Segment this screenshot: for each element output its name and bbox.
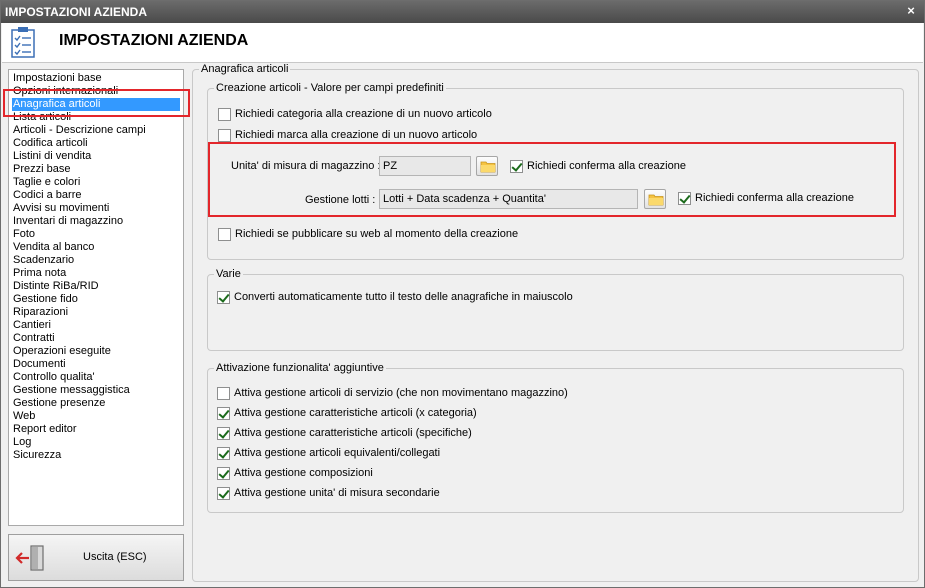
checkbox-box[interactable] — [217, 427, 230, 440]
checkbox-box[interactable] — [218, 228, 231, 241]
lotti-field[interactable]: Lotti + Data scadenza + Quantita' — [379, 189, 638, 209]
exit-door-icon — [15, 545, 44, 571]
sidebar-item[interactable]: Codifica articoli — [12, 137, 88, 150]
title-bar: IMPOSTAZIONI AZIENDA × — [1, 1, 924, 23]
settings-category-list[interactable]: Impostazioni base Opzioni internazionali… — [8, 69, 184, 526]
sidebar-item[interactable]: Sicurezza — [12, 449, 61, 462]
sidebar-item[interactable]: Lista articoli — [12, 111, 71, 124]
sidebar-item[interactable]: Controllo qualita' — [12, 371, 95, 384]
sidebar-item[interactable]: Opzioni internazionali — [12, 85, 118, 98]
lotti-browse-button[interactable] — [644, 189, 666, 209]
sidebar-item[interactable]: Riparazioni — [12, 306, 68, 319]
close-icon[interactable]: × — [904, 3, 918, 19]
sidebar-item[interactable]: Impostazioni base — [12, 72, 102, 85]
checkbox-label: Richiedi marca alla creazione di un nuov… — [235, 129, 478, 141]
sidebar-item[interactable]: Listini di vendita — [12, 150, 91, 163]
page-header: IMPOSTAZIONI AZIENDA — [2, 23, 923, 63]
sidebar-item[interactable]: Prima nota — [12, 267, 66, 280]
window-title: IMPOSTAZIONI AZIENDA — [5, 5, 147, 19]
um-label: Unita' di misura di magazzino : — [231, 160, 381, 172]
sidebar-item-selected[interactable]: Anagrafica articoli — [12, 98, 180, 111]
exit-button-label: Uscita (ESC) — [83, 551, 147, 563]
sidebar-item[interactable]: Documenti — [12, 358, 66, 371]
checkbox-box[interactable] — [678, 192, 691, 205]
sidebar-item[interactable]: Gestione messaggistica — [12, 384, 130, 397]
sidebar-item[interactable]: Web — [12, 410, 35, 423]
sidebar-item[interactable]: Gestione fido — [12, 293, 78, 306]
checkbox-box[interactable] — [218, 129, 231, 142]
settings-window: IMPOSTAZIONI AZIENDA × IMPOSTAZIONI AZIE… — [0, 0, 925, 588]
group-varie: Varie — [207, 268, 904, 351]
sidebar-item[interactable]: Taglie e colori — [12, 176, 80, 189]
sidebar-item[interactable]: Articoli - Descrizione campi — [12, 124, 146, 137]
um-field[interactable]: PZ — [379, 156, 471, 176]
checkbox-label: Attiva gestione articoli di servizio (ch… — [234, 387, 568, 399]
sidebar-item[interactable]: Prezzi base — [12, 163, 70, 176]
checkbox-label: Richiedi se pubblicare su web al momento… — [235, 228, 519, 240]
sidebar-item[interactable]: Log — [12, 436, 31, 449]
um-browse-button[interactable] — [476, 156, 498, 176]
sidebar-item[interactable]: Inventari di magazzino — [12, 215, 123, 228]
checkbox-label: Attiva gestione caratteristiche articoli… — [234, 407, 477, 419]
sidebar-item[interactable]: Distinte RiBa/RID — [12, 280, 99, 293]
folder-icon — [480, 161, 496, 173]
checkbox-box[interactable] — [217, 447, 230, 460]
lotti-label: Gestione lotti : — [305, 194, 376, 206]
sidebar-item[interactable]: Codici a barre — [12, 189, 81, 202]
checkbox-label: Richiedi conferma alla creazione — [695, 192, 854, 204]
checkbox-box[interactable] — [510, 160, 523, 173]
group-title: Varie — [214, 268, 243, 281]
checkbox-box[interactable] — [217, 291, 230, 304]
sidebar-item[interactable]: Avvisi su movimenti — [12, 202, 109, 215]
checkbox-label: Richiedi conferma alla creazione — [527, 160, 686, 172]
group-title: Creazione articoli - Valore per campi pr… — [214, 82, 446, 95]
checkbox-label: Attiva gestione caratteristiche articoli… — [234, 427, 472, 439]
sidebar-item[interactable]: Operazioni eseguite — [12, 345, 111, 358]
sidebar-item[interactable]: Gestione presenze — [12, 397, 105, 410]
sidebar-item[interactable]: Scadenzario — [12, 254, 74, 267]
checkbox-box[interactable] — [217, 407, 230, 420]
sidebar-item[interactable]: Cantieri — [12, 319, 51, 332]
group-title: Anagrafica articoli — [199, 63, 291, 76]
checklist-icon — [11, 27, 35, 58]
page-title: IMPOSTAZIONI AZIENDA — [59, 32, 249, 49]
checkbox-label: Richiedi categoria alla creazione di un … — [235, 108, 492, 120]
checkbox-label: Attiva gestione articoli equivalenti/col… — [234, 447, 441, 459]
sidebar-item[interactable]: Report editor — [12, 423, 77, 436]
checkbox-box[interactable] — [217, 467, 230, 480]
sidebar-item[interactable]: Contratti — [12, 332, 55, 345]
checkbox-label: Converti automaticamente tutto il testo … — [234, 291, 573, 303]
checkbox-label: Attiva gestione composizioni — [234, 467, 373, 479]
sidebar-item[interactable]: Foto — [12, 228, 35, 241]
group-title: Attivazione funzionalita' aggiuntive — [214, 362, 386, 375]
folder-icon — [648, 194, 664, 206]
exit-button[interactable]: Uscita (ESC) — [8, 534, 184, 581]
checkbox-box[interactable] — [218, 108, 231, 121]
sidebar-item[interactable]: Vendita al banco — [12, 241, 94, 254]
checkbox-box[interactable] — [217, 387, 230, 400]
checkbox-box[interactable] — [217, 487, 230, 500]
checkbox-label: Attiva gestione unita' di misura seconda… — [234, 487, 440, 499]
